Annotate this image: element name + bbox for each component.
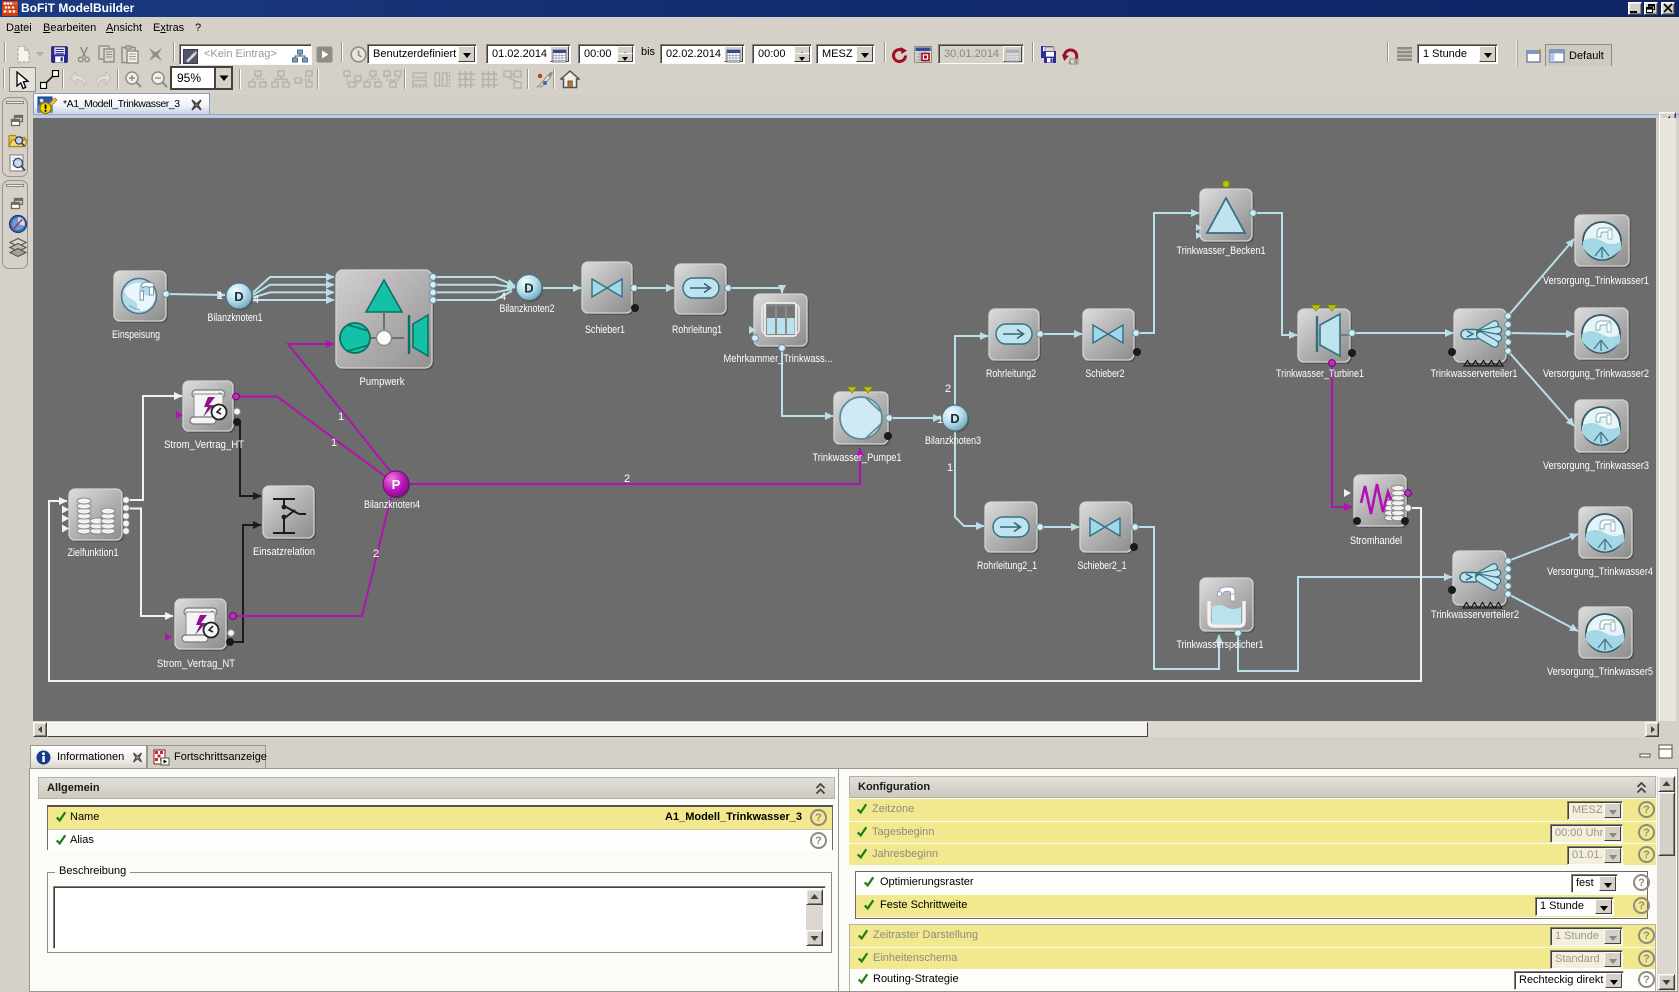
svg-text:1: 1 [338,411,344,423]
svg-text:D: D [234,289,243,304]
svg-text:1: 1 [937,414,943,426]
svg-text:Versorgung_Trinkwasser3: Versorgung_Trinkwasser3 [1543,460,1649,472]
svg-text:Pumpwerk: Pumpwerk [360,376,405,388]
svg-text:Trinkwasser_Turbine1: Trinkwasser_Turbine1 [1276,368,1364,380]
svg-text:Bilanzknoten1: Bilanzknoten1 [208,312,263,324]
svg-text:Bilanzknoten2: Bilanzknoten2 [500,303,555,315]
svg-text:Trinkwasserverteiler2: Trinkwasserverteiler2 [1431,609,1519,621]
svg-text:4: 4 [500,291,506,303]
svg-text:D: D [524,281,533,296]
svg-text:Bilanzknoten3: Bilanzknoten3 [925,435,981,447]
svg-text:1: 1 [331,437,337,449]
svg-text:Einspeisung: Einspeisung [112,329,160,341]
svg-text:2: 2 [624,473,630,485]
svg-text:Trinkwasserverteiler1: Trinkwasserverteiler1 [1431,368,1518,380]
svg-text:Schieber1: Schieber1 [585,324,625,336]
svg-text:Schieber2: Schieber2 [1086,368,1125,380]
svg-text:Mehrkammer_Trinkwass...: Mehrkammer_Trinkwass... [724,353,833,365]
svg-text:Strom_Vertrag_HT: Strom_Vertrag_HT [164,439,244,451]
svg-text:Rohrleitung1: Rohrleitung1 [672,324,722,336]
svg-text:4: 4 [253,294,259,306]
svg-text:Trinkwasser_Becken1: Trinkwasser_Becken1 [1177,245,1266,257]
svg-text:Rohrleitung2: Rohrleitung2 [986,368,1036,380]
svg-text:1: 1 [217,290,223,302]
svg-text:Schieber2_1: Schieber2_1 [1078,560,1127,572]
svg-text:Strom_Vertrag_NT: Strom_Vertrag_NT [157,658,235,670]
svg-text:Einsatzrelation: Einsatzrelation [253,546,315,558]
svg-text:Versorgung_Trinkwasser1: Versorgung_Trinkwasser1 [1543,275,1649,287]
svg-text:D: D [950,411,959,426]
svg-text:2: 2 [373,548,379,560]
svg-text:P: P [392,477,401,492]
svg-text:Zielfunktion1: Zielfunktion1 [68,547,119,559]
svg-text:Rohrleitung2_1: Rohrleitung2_1 [977,560,1037,572]
svg-text:Versorgung_Trinkwasser4: Versorgung_Trinkwasser4 [1547,566,1653,578]
svg-text:Stromhandel: Stromhandel [1350,535,1402,547]
svg-text:2: 2 [945,383,951,395]
svg-text:Trinkwasser_Pumpe1: Trinkwasser_Pumpe1 [813,452,902,464]
svg-text:Versorgung_Trinkwasser5: Versorgung_Trinkwasser5 [1547,666,1653,678]
svg-text:1: 1 [947,462,953,474]
svg-text:Trinkwasserspeicher1: Trinkwasserspeicher1 [1177,639,1264,651]
svg-text:Bilanzknoten4: Bilanzknoten4 [364,499,420,511]
svg-text:Versorgung_Trinkwasser2: Versorgung_Trinkwasser2 [1543,368,1649,380]
